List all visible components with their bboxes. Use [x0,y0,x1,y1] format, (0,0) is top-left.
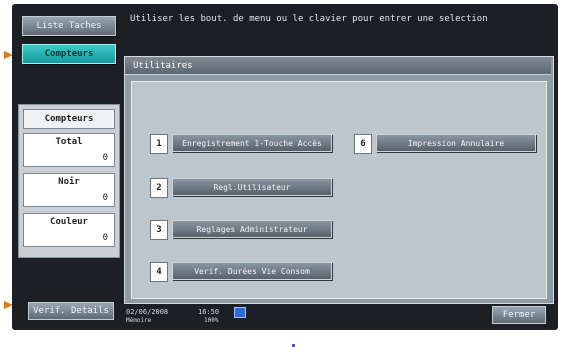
footer-memory-value: 100% [204,317,219,324]
status-footer: 02/06/2008 16:50 Mémoire 100% Fermer [124,306,552,326]
counter-label: Noir [58,177,80,187]
counter-total: Total 0 [23,133,115,167]
verif-durees-vie-button[interactable]: Verif. Durées Vie Consom [172,262,332,280]
menu-number: 1 [150,134,168,154]
reglages-administrateur-button[interactable]: Reglages Administrateur [172,220,332,238]
instruction-message: Utiliser les bout. de menu ou le clavier… [130,14,488,24]
menu-number: 6 [354,134,372,154]
menu-area: 1 Enregistrement 1-Touche Accès 2 Regl.U… [131,81,547,347]
enregistrement-1-touche-button[interactable]: Enregistrement 1-Touche Accès [172,134,332,152]
verif-details-button[interactable]: Verif. Details [28,302,114,320]
counter-value: 0 [102,193,108,203]
liste-taches-button[interactable]: Liste Taches [22,16,116,36]
utilitaires-panel: Utilitaires 1 Enregistrement 1-Touche Ac… [124,56,554,347]
compteurs-tab-button[interactable]: Compteurs [22,44,116,64]
counters-heading: Compteurs [23,109,115,129]
menu-number: 4 [150,262,168,282]
footer-memory-label: Mémoire [126,317,152,324]
left-column: Liste Taches Compteurs Compteurs Total 0… [16,6,120,326]
counter-couleur: Couleur 0 [23,213,115,247]
counter-label: Total [55,137,83,147]
footer-time: 16:50 [198,308,220,316]
counter-label: Couleur [50,217,88,227]
regl-utilisateur-button[interactable]: Regl.Utilisateur [172,178,332,196]
impression-annulaire-button[interactable]: Impression Annulaire [376,134,536,152]
panel-title: Utilitaires [125,57,551,75]
menu-number: 2 [150,178,168,198]
fermer-button[interactable]: Fermer [492,306,546,324]
counter-noir: Noir 0 [23,173,115,207]
counter-value: 0 [102,233,108,243]
counters-panel: Compteurs Total 0 Noir 0 Couleur 0 [18,104,120,258]
footer-date: 02/06/2008 [126,308,169,316]
counter-value: 0 [102,153,108,163]
menu-number: 3 [150,220,168,240]
status-icon [234,307,246,318]
